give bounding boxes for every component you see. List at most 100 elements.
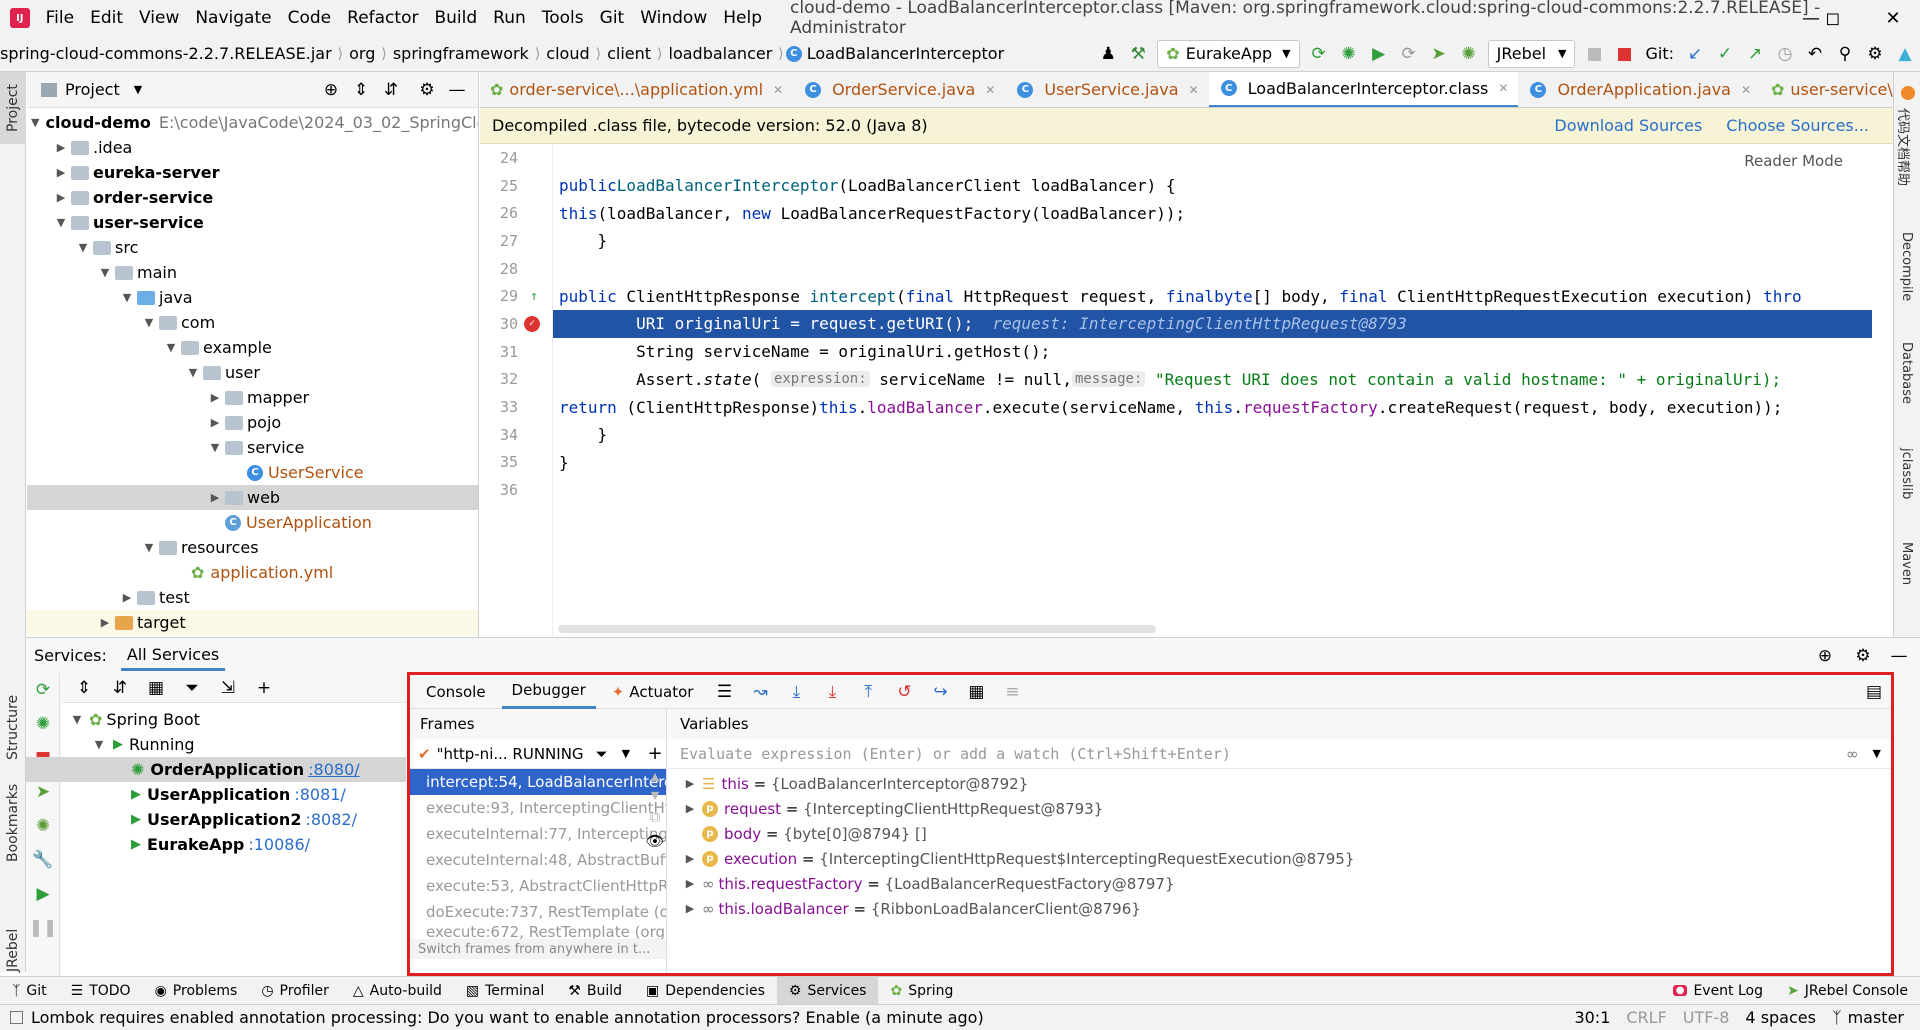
- menu-git[interactable]: Git: [592, 8, 633, 28]
- run-to-cursor-icon[interactable]: ↪: [927, 679, 953, 705]
- menu-view[interactable]: View: [131, 8, 187, 28]
- close-window-icon[interactable]: ✕: [1870, 0, 1916, 36]
- hide-panel-icon[interactable]: —: [444, 77, 470, 103]
- tab-console[interactable]: Console: [416, 675, 496, 709]
- breakpoint-icon[interactable]: ✓: [524, 315, 540, 332]
- choose-sources-link[interactable]: Choose Sources...: [1726, 116, 1869, 135]
- tab-debugger[interactable]: Debugger: [501, 675, 596, 709]
- frame-row[interactable]: execute:53, AbstractClientHttpR: [410, 873, 666, 899]
- menu-tools[interactable]: Tools: [534, 8, 592, 28]
- frame-row[interactable]: executeInternal:77, Intercepting: [410, 821, 666, 847]
- tree-node-src[interactable]: ▼ src: [27, 235, 478, 260]
- breadcrumb-client[interactable]: client: [601, 44, 657, 63]
- stop-icon[interactable]: ■: [1611, 41, 1637, 67]
- evaluate-input[interactable]: Evaluate expression (Enter) or add a wat…: [668, 739, 1891, 769]
- expand-all-icon[interactable]: ⇕: [348, 77, 374, 103]
- code-editor[interactable]: public LoadBalancerInterceptor (LoadBalan…: [552, 144, 1872, 637]
- close-icon[interactable]: ✕: [1189, 83, 1199, 97]
- breadcrumb-jar[interactable]: spring-cloud-commons-2.2.7.RELEASE.jar: [0, 44, 338, 63]
- close-icon[interactable]: ✕: [1498, 81, 1508, 95]
- tree-node-userapplication[interactable]: C UserApplication: [27, 510, 478, 535]
- move-down-icon[interactable]: ▼: [651, 789, 659, 802]
- tab-user-application-yml[interactable]: ✿user-service\...\app: [1761, 72, 1893, 107]
- project-toolwindow-button[interactable]: Project: [0, 72, 26, 144]
- toolwindow-spring[interactable]: ✿ Spring: [878, 977, 965, 1005]
- tree-node-test[interactable]: ▶ test: [27, 585, 478, 610]
- tree-node-mapper[interactable]: ▶ mapper: [27, 385, 478, 410]
- thread-selector[interactable]: ✔ "http-ni... RUNNING ⏷ ▼: [410, 739, 666, 769]
- debug-bug-icon[interactable]: ✺: [1336, 41, 1362, 67]
- menu-build[interactable]: Build: [426, 8, 485, 28]
- toolwindow-event-log[interactable]: ● Event Log: [1661, 977, 1775, 1005]
- plugin-icon[interactable]: ▲: [1892, 41, 1918, 67]
- step-into-icon[interactable]: ⤓: [783, 679, 809, 705]
- toolwindow-services[interactable]: ⚙ Services: [776, 976, 879, 1005]
- breadcrumb-org[interactable]: org: [343, 44, 381, 63]
- port-link[interactable]: :8081/: [294, 785, 346, 804]
- move-up-icon[interactable]: ▲: [651, 770, 659, 783]
- tree-node-resources[interactable]: ▼ resources: [27, 535, 478, 560]
- services-node-orderapplication[interactable]: ✺ OrderApplication:8080/: [26, 757, 406, 782]
- jrebel-strip-label[interactable]: JRebel: [5, 929, 21, 972]
- frame-row[interactable]: doExecute:737, RestTemplate (o: [410, 899, 666, 925]
- doc-help-strip-label[interactable]: 代码文档帮助: [1895, 108, 1914, 186]
- watch-glasses-icon[interactable]: ∞: [1846, 745, 1859, 763]
- tree-node-service[interactable]: ▼ service: [27, 435, 478, 460]
- toolwindow-terminal[interactable]: ▧ Terminal: [454, 977, 556, 1005]
- services-node-userapplication[interactable]: ▶ UserApplication:8081/: [61, 782, 406, 807]
- services-node-spring-boot[interactable]: ▼ ✿ Spring Boot: [61, 707, 406, 732]
- tree-node-userservice[interactable]: C UserService: [27, 460, 478, 485]
- coverage-icon[interactable]: ▶: [1366, 41, 1392, 67]
- project-panel-title[interactable]: Project: [65, 80, 120, 99]
- variable-row[interactable]: ▶ p request = {InterceptingClientHttpReque…: [668, 796, 1891, 821]
- jrebel-debug-icon[interactable]: ✺: [1456, 41, 1482, 67]
- wrench-icon[interactable]: 🔧: [30, 847, 56, 873]
- tree-node-example[interactable]: ▼ example: [27, 335, 478, 360]
- translate-icon[interactable]: [1901, 86, 1915, 100]
- reader-mode-toggle[interactable]: Reader Mode: [1744, 152, 1843, 170]
- structure-strip-label[interactable]: Structure: [5, 695, 21, 760]
- file-encoding[interactable]: UTF-8: [1683, 1008, 1730, 1027]
- watches-eye-icon[interactable]: 👁: [645, 832, 664, 850]
- jrebel-run-icon[interactable]: ➤: [1426, 41, 1452, 67]
- filter-icon[interactable]: ⏷: [596, 745, 608, 763]
- jclasslib-strip-label[interactable]: jclasslib: [1899, 448, 1914, 499]
- menu-help[interactable]: Help: [715, 8, 770, 28]
- locate-icon[interactable]: ⊕: [318, 77, 344, 103]
- toolwindow-auto-build[interactable]: △ Auto-build: [341, 977, 454, 1005]
- tree-node-target[interactable]: ▶ target: [27, 610, 478, 635]
- tree-node-com[interactable]: ▼ com: [27, 310, 478, 335]
- restore-layout-icon[interactable]: ▤: [1861, 679, 1887, 705]
- toolwindow-dependencies[interactable]: ▣ Dependencies: [634, 977, 777, 1005]
- search-icon[interactable]: ⚲: [1832, 41, 1858, 67]
- services-node-running[interactable]: ▼ ▶ Running: [61, 732, 406, 757]
- toolwindow-build[interactable]: ⚒ Build: [556, 977, 634, 1005]
- variable-row[interactable]: ▶ ∞ this.requestFactory = {LoadBalancerReq…: [668, 871, 1891, 896]
- variable-row[interactable]: ▶ p execution = {InterceptingClientHttpReq…: [668, 846, 1891, 871]
- breadcrumb-springframework[interactable]: springframework: [387, 44, 535, 63]
- git-push-icon[interactable]: ↗: [1742, 41, 1768, 67]
- tree-node-java[interactable]: ▼ java: [27, 285, 478, 310]
- menu-refactor[interactable]: Refactor: [339, 8, 426, 28]
- evaluate-expression-icon[interactable]: ▦: [963, 679, 989, 705]
- tab-orderservice[interactable]: C OrderService.java ✕: [793, 72, 1005, 107]
- indent-setting[interactable]: 4 spaces: [1745, 1008, 1816, 1027]
- chevron-down-icon[interactable]: ▼: [1873, 747, 1881, 760]
- toolwindow-problems[interactable]: ◉ Problems: [143, 977, 250, 1005]
- port-link[interactable]: :8082/: [305, 810, 357, 829]
- group-icon[interactable]: ▦: [143, 675, 169, 701]
- duplicate-icon[interactable]: ⧉: [650, 808, 661, 826]
- services-node-userapplication2[interactable]: ▶ UserApplication2:8082/: [61, 807, 406, 832]
- rerun-icon[interactable]: ⟳: [1306, 41, 1332, 67]
- jrebel-debug-icon[interactable]: ✺: [30, 813, 56, 839]
- tree-node-eureka-server[interactable]: ▶ eureka-server: [27, 160, 478, 185]
- menu-edit[interactable]: Edit: [82, 8, 131, 28]
- jrebel-select[interactable]: JRebel ▼: [1487, 39, 1576, 68]
- line-gutter[interactable]: 24 25 26 27 28 29 ↑ 30 ✓ 31 32 33 34 35 36: [480, 144, 552, 637]
- line-separator[interactable]: CRLF: [1626, 1008, 1666, 1027]
- settings-gear-icon[interactable]: ⚙: [414, 77, 440, 103]
- resume-icon[interactable]: ▶: [30, 881, 56, 907]
- profiler-icon[interactable]: ⟳: [1396, 41, 1422, 67]
- git-commit-icon[interactable]: ✓: [1712, 41, 1738, 67]
- tree-node-idea[interactable]: ▶ .idea: [27, 135, 478, 160]
